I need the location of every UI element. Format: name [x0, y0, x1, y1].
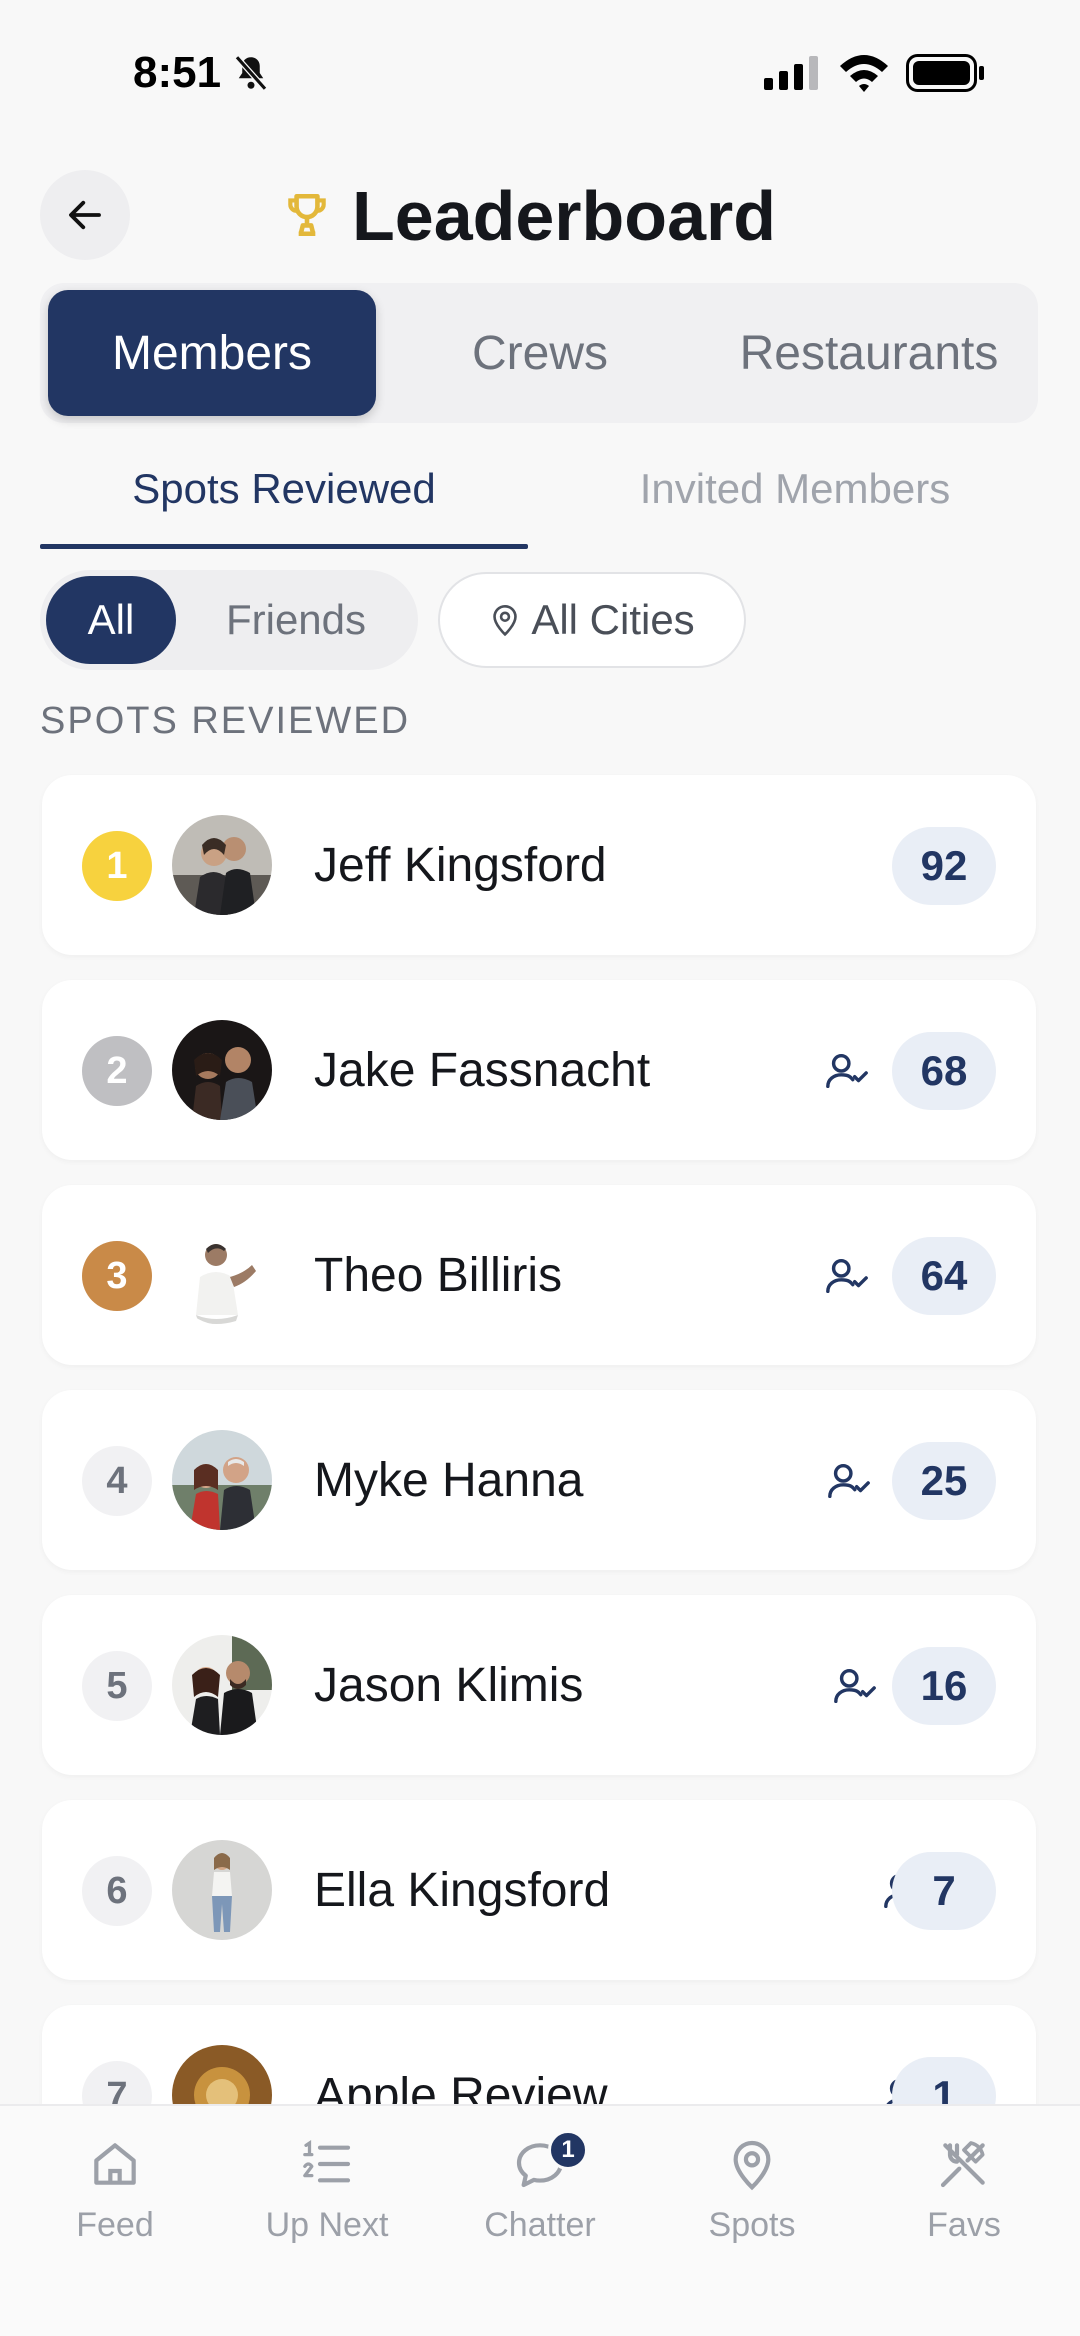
leaderboard-row[interactable]: 6 Ella Kingsford 7	[42, 1800, 1036, 1980]
nav-up-next[interactable]: Up Next	[237, 2136, 417, 2245]
leaderboard-row[interactable]: 3 Theo Billiris 64	[42, 1185, 1036, 1365]
nav-label: Favs	[927, 2206, 1001, 2244]
home-icon	[94, 2143, 136, 2185]
review-count-badge: 64	[892, 1237, 996, 1315]
leaderboard-list: 1 Jeff Kingsford 92 2 Jake Fassnacht 68 …	[0, 0, 1080, 2104]
unread-badge: 1	[548, 2130, 588, 2170]
user-check-icon[interactable]	[824, 1253, 870, 1299]
review-count-badge: 25	[892, 1442, 996, 1520]
numbered-list-icon	[303, 2139, 351, 2183]
user-check-icon[interactable]	[824, 1048, 870, 1094]
map-pin-icon	[733, 2140, 771, 2191]
rank-badge: 5	[82, 1651, 152, 1721]
member-name: Myke Hanna	[314, 1454, 584, 1507]
member-name: Jake Fassnacht	[314, 1044, 651, 1097]
member-name: Apple Review	[314, 2069, 608, 2104]
nav-label: Spots	[708, 2206, 796, 2244]
leaderboard-row[interactable]: 1 Jeff Kingsford 92	[42, 775, 1036, 955]
leaderboard-row[interactable]: 4 Myke Hanna 25	[42, 1390, 1036, 1570]
nav-label: Feed	[76, 2206, 154, 2244]
avatar	[172, 1020, 272, 1120]
avatar	[172, 2045, 272, 2104]
nav-label: Chatter	[484, 2206, 596, 2244]
leaderboard-row[interactable]: 7 Apple Review 1	[42, 2005, 1036, 2104]
rank-badge: 2	[82, 1036, 152, 1106]
avatar	[172, 1635, 272, 1735]
review-count-badge: 16	[892, 1647, 996, 1725]
rank-badge: 6	[82, 1856, 152, 1926]
bottom-nav: Feed Up Next 1 Chatter Spots Favs	[0, 2104, 1080, 2336]
utensils-crossed-icon	[940, 2141, 985, 2188]
rank-badge: 1	[82, 831, 152, 901]
review-count-badge: 1	[892, 2057, 996, 2104]
member-name: Jason Klimis	[314, 1659, 584, 1712]
member-name: Theo Billiris	[314, 1249, 563, 1302]
rank-badge: 4	[82, 1446, 152, 1516]
review-count-badge: 7	[892, 1852, 996, 1930]
leaderboard-row[interactable]: 5 Jason Klimis 16	[42, 1595, 1036, 1775]
rank-badge: 3	[82, 1241, 152, 1311]
member-name: Ella Kingsford	[314, 1864, 611, 1917]
nav-label: Up Next	[265, 2206, 389, 2244]
nav-spots[interactable]: Spots	[662, 2136, 842, 2245]
user-check-icon[interactable]	[832, 1663, 878, 1709]
user-check-icon[interactable]	[826, 1458, 872, 1504]
review-count-badge: 68	[892, 1032, 996, 1110]
avatar	[172, 1840, 272, 1940]
nav-feed[interactable]: Feed	[25, 2136, 205, 2245]
avatar	[172, 1430, 272, 1530]
member-name: Jeff Kingsford	[314, 839, 607, 892]
nav-favs[interactable]: Favs	[874, 2136, 1054, 2245]
avatar	[172, 815, 272, 915]
nav-chatter[interactable]: 1 Chatter	[450, 2130, 630, 2245]
leaderboard-row[interactable]: 2 Jake Fassnacht 68	[42, 980, 1036, 1160]
review-count-badge: 92	[892, 827, 996, 905]
avatar	[172, 1225, 272, 1325]
rank-badge: 7	[82, 2061, 152, 2104]
